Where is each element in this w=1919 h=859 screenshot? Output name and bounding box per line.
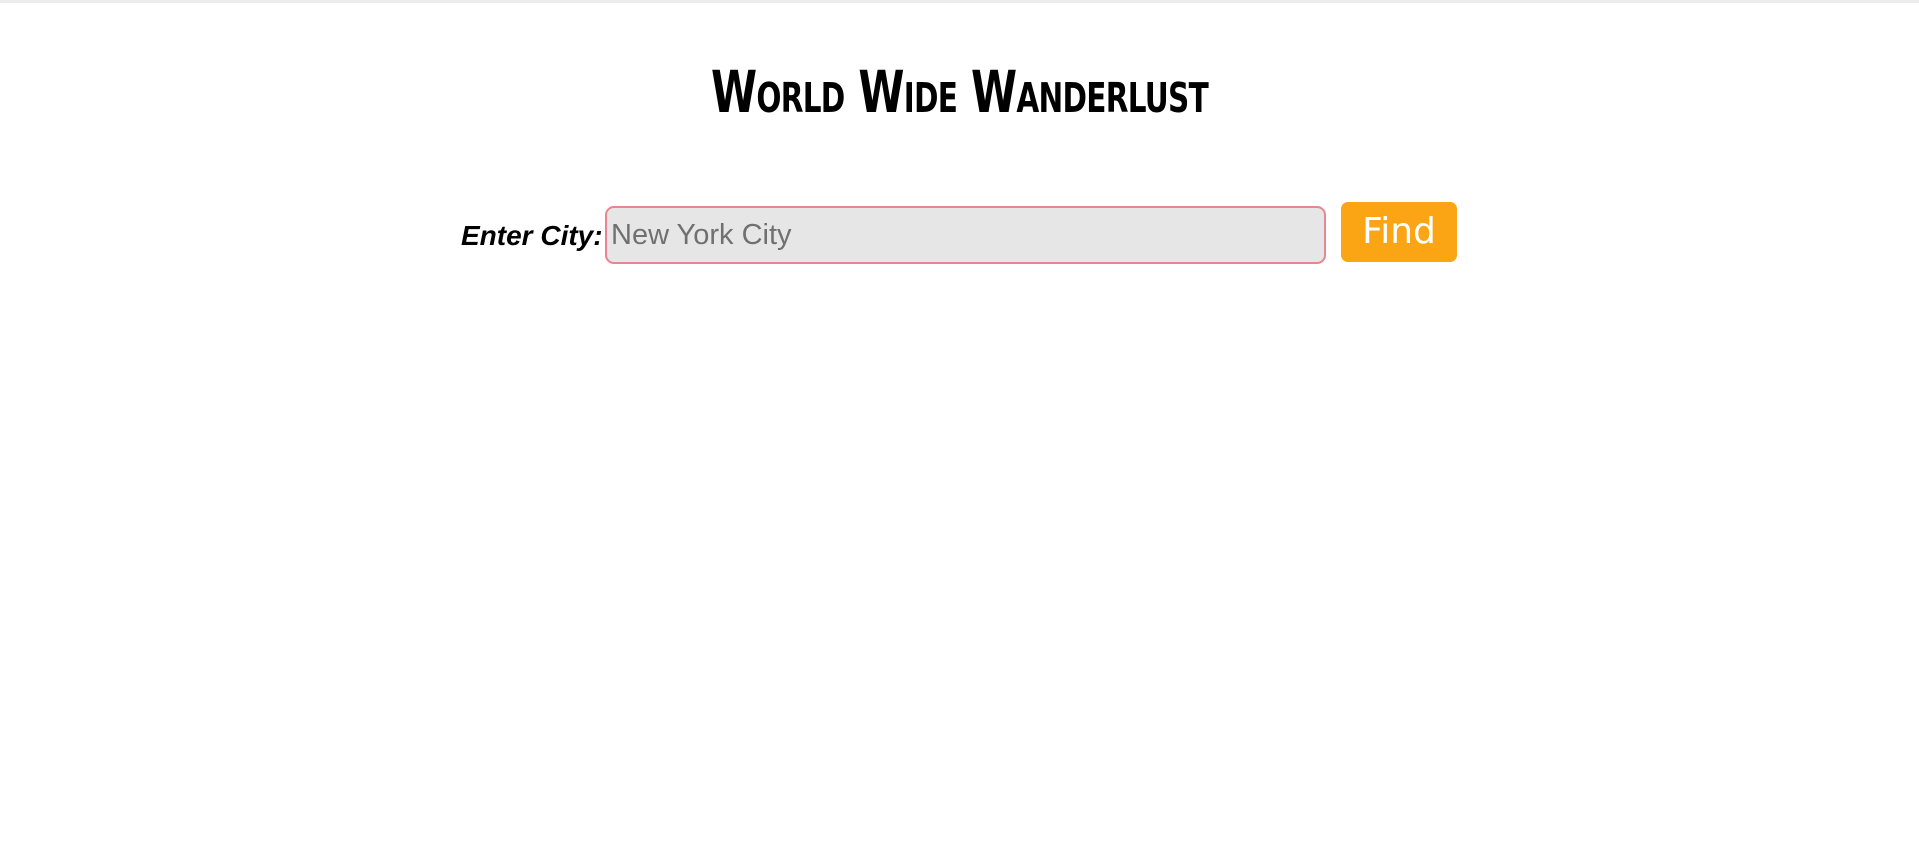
page-title: World Wide Wanderlust (710, 58, 1209, 126)
top-divider (0, 0, 1919, 3)
city-label: Enter City: (461, 220, 603, 251)
city-search-input[interactable] (605, 206, 1326, 264)
city-search-form: Enter City: Find (0, 202, 1919, 268)
find-button[interactable]: Find (1341, 202, 1457, 262)
